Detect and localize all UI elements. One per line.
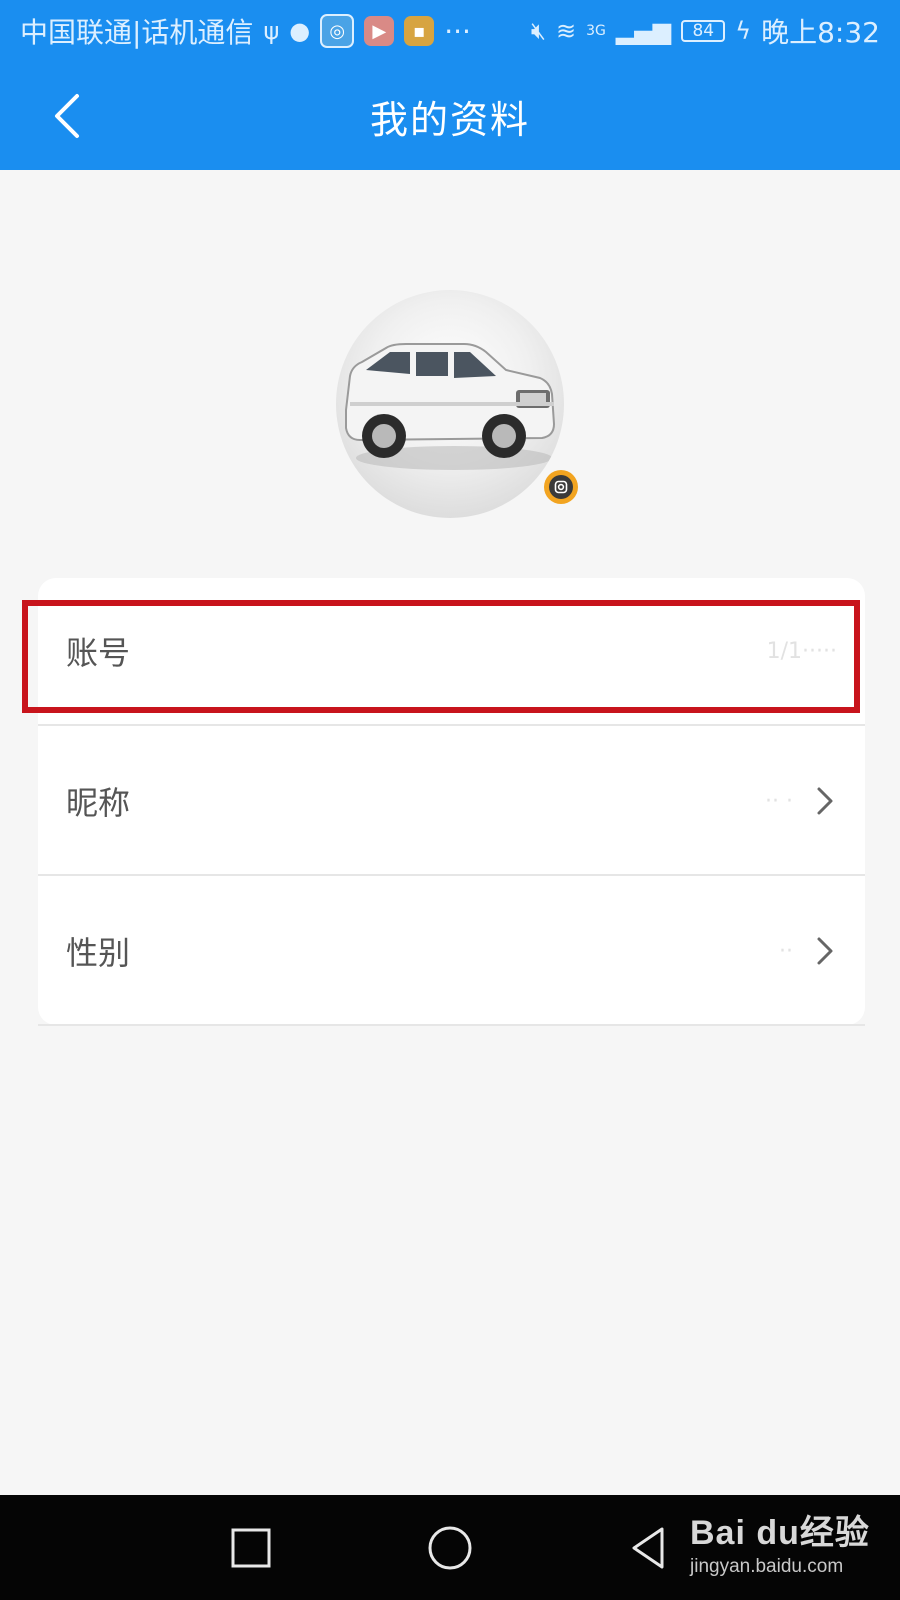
carrier-label: 中国联通|话机通信 — [20, 16, 254, 49]
package-app-icon: ▪ — [404, 16, 435, 46]
avatar[interactable] — [336, 290, 564, 518]
usb-icon: ψ — [263, 17, 280, 45]
wifi-icon: ≋ — [556, 17, 577, 45]
triangle-back-icon — [632, 1527, 664, 1569]
status-right: 🔇︎ ≋ 3G ▂▄▆ 84 ϟ 晚上8:32 — [531, 11, 880, 51]
recent-apps-button[interactable] — [226, 1523, 276, 1573]
camera-edit-button[interactable] — [544, 470, 578, 504]
clock: 晚上8:32 — [761, 16, 880, 49]
nickname-row[interactable]: 昵称 ·· · — [38, 728, 865, 876]
gender-label: 性别 — [66, 934, 131, 972]
status-bar: 中国联通|话机通信 ψ ● ◎ ▶ ▪ ··· 🔇︎ ≋ 3G ▂▄▆ 84 ϟ… — [0, 0, 900, 62]
status-left: 中国联通|话机通信 ψ ● ◎ ▶ ▪ ··· — [20, 11, 471, 51]
square-icon — [231, 1528, 271, 1568]
gender-row[interactable]: 性别 ·· — [38, 878, 865, 1026]
charging-icon: ϟ — [735, 17, 752, 45]
top-header: 中国联通|话机通信 ψ ● ◎ ▶ ▪ ··· 🔇︎ ≋ 3G ▂▄▆ 84 ϟ… — [0, 0, 900, 170]
watermark-brand: Bai du经验 — [690, 1514, 870, 1552]
avatar-container[interactable] — [336, 290, 578, 518]
watermark: Bai du经验 jingyan.baidu.com — [690, 1505, 870, 1578]
camera-icon — [549, 475, 573, 499]
chevron-right-icon — [817, 787, 833, 815]
account-value: 1/1····· — [766, 638, 837, 664]
page-title: 我的资料 — [369, 97, 530, 142]
battery-icon: 84 — [681, 20, 726, 42]
signal-icon: ▂▄▆ — [615, 17, 672, 45]
browser-app-icon: ◎ — [320, 14, 355, 48]
car-photo — [345, 343, 556, 470]
mute-icon: 🔇︎ — [530, 17, 547, 45]
gender-value: ·· — [779, 938, 793, 964]
home-button[interactable] — [425, 1523, 475, 1573]
profile-card: 账号 1/1····· 昵称 ·· · 性别 ·· — [38, 578, 865, 1026]
account-label: 账号 — [66, 634, 131, 672]
account-row[interactable]: 账号 1/1····· — [38, 578, 865, 726]
nickname-label: 昵称 — [66, 784, 131, 822]
chevron-right-icon — [817, 937, 833, 965]
nickname-value: ·· · — [765, 788, 793, 814]
network-type: 3G — [586, 23, 606, 39]
back-nav-button[interactable] — [624, 1523, 674, 1573]
watermark-url: jingyan.baidu.com — [690, 1556, 844, 1577]
video-app-icon: ▶ — [364, 16, 395, 46]
circle-icon — [428, 1526, 472, 1570]
nav-bar: 我的资料 — [0, 62, 900, 170]
message-bubble-icon: ● — [289, 17, 311, 45]
more-notifications: ··· — [444, 14, 471, 48]
